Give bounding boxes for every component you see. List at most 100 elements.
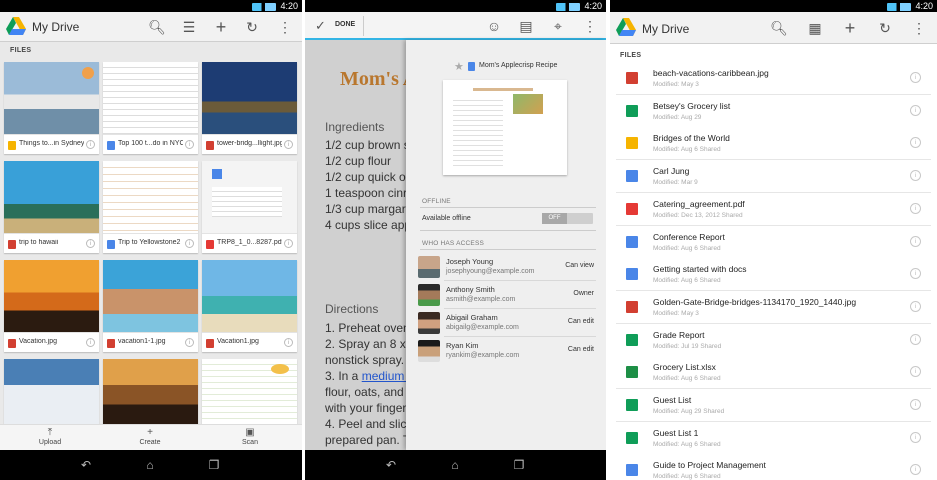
info-icon[interactable]: i [910,268,921,280]
access-person-row[interactable]: Abigail Graham abigailg@example.com Can … [416,310,596,337]
refresh-icon[interactable]: ↻ [876,19,894,37]
file-tile[interactable]: Things to...in Sydney i [4,62,99,154]
list-item[interactable]: Golden-Gate-Bridge-bridges-1134170_1920_… [616,290,931,324]
drive-list-screen: 4:20 My Drive 🔍︎ ▦ + ↻ ⋮ FILES beach-vac… [610,0,937,480]
info-icon[interactable]: i [86,239,95,248]
search-icon[interactable]: 🔍︎ [148,18,166,36]
check-icon[interactable]: ✓ [315,18,326,34]
list-item[interactable]: Betsey's Grocery list Modified: Aug 29 i [616,94,931,128]
app-title[interactable]: My Drive [642,22,689,36]
overflow-menu-icon[interactable]: ⋮ [910,19,928,37]
file-meta: Modified: Aug 29 [653,113,702,121]
list-item[interactable]: beach-vacations-caribbean.jpg Modified: M… [616,62,931,95]
recents-icon[interactable]: ❐ [509,459,529,471]
list-item[interactable]: Grade Report Modified: Jul 19 Shared i [616,323,931,357]
info-icon[interactable]: i [910,300,921,312]
list-item[interactable]: Guest List Modified: Aug 29 Shared i [616,389,931,422]
signal-icon [887,2,912,11]
home-icon[interactable]: ⌂ [445,459,465,471]
thumbnail [202,62,297,134]
info-icon[interactable]: i [910,333,921,345]
info-icon[interactable]: i [910,399,921,410]
access-person-row[interactable]: Anthony Smith asmith@example.com Owner [416,282,596,309]
file-name: Carl Jung [653,166,690,177]
list-view-icon[interactable]: ☰ [180,18,198,36]
file-tile[interactable]: TRP8_1_0...8287.pdf i [202,161,297,253]
access-person-row[interactable]: Joseph Young josephyoung@example.com Can… [416,254,596,281]
overflow-menu-icon[interactable]: ⋮ [276,18,294,36]
upload-button[interactable]: ⤒ Upload [15,427,85,446]
avatar [418,312,440,334]
add-icon[interactable]: + [841,19,859,37]
list-item[interactable]: Guide to Project Management Modified: Aug… [616,454,931,480]
person-role[interactable]: Can view [565,262,594,269]
info-icon[interactable]: i [910,104,921,116]
file-tile[interactable]: Trip to Yellowstone2 i [103,161,198,253]
info-icon[interactable]: i [910,170,921,182]
excel-icon [626,366,638,379]
file-name: Guest List [653,395,692,405]
file-tile[interactable]: tower-bridg...llight.jpg i [202,62,297,154]
app-title[interactable]: My Drive [32,20,79,34]
home-icon[interactable]: ⌂ [140,459,160,471]
info-icon[interactable]: i [910,72,921,83]
camera-icon: ▣ [245,427,255,438]
scan-button[interactable]: ▣ Scan [215,427,285,446]
drive-logo-icon[interactable] [6,17,26,35]
drive-logo-icon[interactable] [616,18,636,36]
info-icon[interactable]: i [910,366,921,378]
back-icon[interactable]: ↶ [381,459,401,471]
pin-icon[interactable]: ⌖ [549,17,567,35]
list-item[interactable]: Carl Jung Modified: Mar 9 i [616,160,931,194]
info-icon[interactable]: i [910,235,921,247]
list-item[interactable]: Guest List 1 Modified: Aug 6 Shared i [616,421,931,455]
status-bar: 4:20 [0,0,302,12]
add-person-icon[interactable]: ☺ [485,17,503,35]
list-item[interactable]: Conference Report Modified: Aug 6 Shared i [616,225,931,259]
list-item[interactable]: Getting started with docs Modified: Aug 6… [616,258,931,292]
list-item[interactable]: Grocery List.xlsx Modified: Aug 6 Shared i [616,356,931,390]
file-tile[interactable] [103,359,198,424]
grid-view-icon[interactable]: ▦ [806,19,824,37]
file-tile[interactable]: vacation1-1.jpg i [103,260,198,352]
refresh-icon[interactable]: ↻ [243,18,261,36]
doc-line: 1/3 cup margar [325,202,406,216]
document-thumbnail[interactable] [443,80,567,175]
info-icon[interactable]: i [284,338,293,347]
star-icon[interactable]: ★ [454,60,464,73]
doc-line: 1. Preheat oven t [325,321,417,335]
info-icon[interactable]: i [86,338,95,347]
search-icon[interactable]: 🔍︎ [770,19,788,37]
info-icon[interactable]: i [185,140,194,149]
add-icon[interactable]: + [212,18,230,36]
access-person-row[interactable]: Ryan Kim ryankim@example.com Can edit [416,338,596,365]
offline-toggle[interactable]: OFF [542,213,593,224]
file-tile[interactable] [202,359,297,424]
back-icon[interactable]: ↶ [76,459,96,471]
list-item[interactable]: Catering_agreement.pdf Modified: Dec 13, … [616,192,931,226]
file-tile[interactable]: trip to hawaii i [4,161,99,253]
person-role[interactable]: Can edit [568,318,594,325]
create-button[interactable]: + Create [115,427,185,446]
person-role[interactable]: Can edit [568,346,594,353]
file-tile[interactable]: Vacation1.jpg i [202,260,297,352]
info-icon[interactable]: i [910,431,921,443]
info-icon[interactable]: i [284,140,293,149]
overflow-menu-icon[interactable]: ⋮ [581,17,599,35]
info-icon[interactable]: i [910,464,921,476]
info-icon[interactable]: i [185,239,194,248]
thumbnail [202,260,297,332]
recents-icon[interactable]: ❐ [204,459,224,471]
info-icon[interactable]: i [284,239,293,248]
info-icon[interactable]: i [185,338,194,347]
done-button[interactable]: DONE [335,21,355,28]
file-tile[interactable] [4,359,99,424]
info-icon[interactable]: i [910,137,921,149]
list-item[interactable]: Bridges of the World Modified: Aug 6 Shar… [616,127,931,161]
folder-icon[interactable]: ▤ [517,17,535,35]
person-name: Abigail Graham [446,313,498,322]
info-icon[interactable]: i [86,140,95,149]
info-icon[interactable]: i [910,202,921,214]
file-tile[interactable]: Vacation.jpg i [4,260,99,352]
file-tile[interactable]: Top 100 t...do in NYC i [103,62,198,154]
